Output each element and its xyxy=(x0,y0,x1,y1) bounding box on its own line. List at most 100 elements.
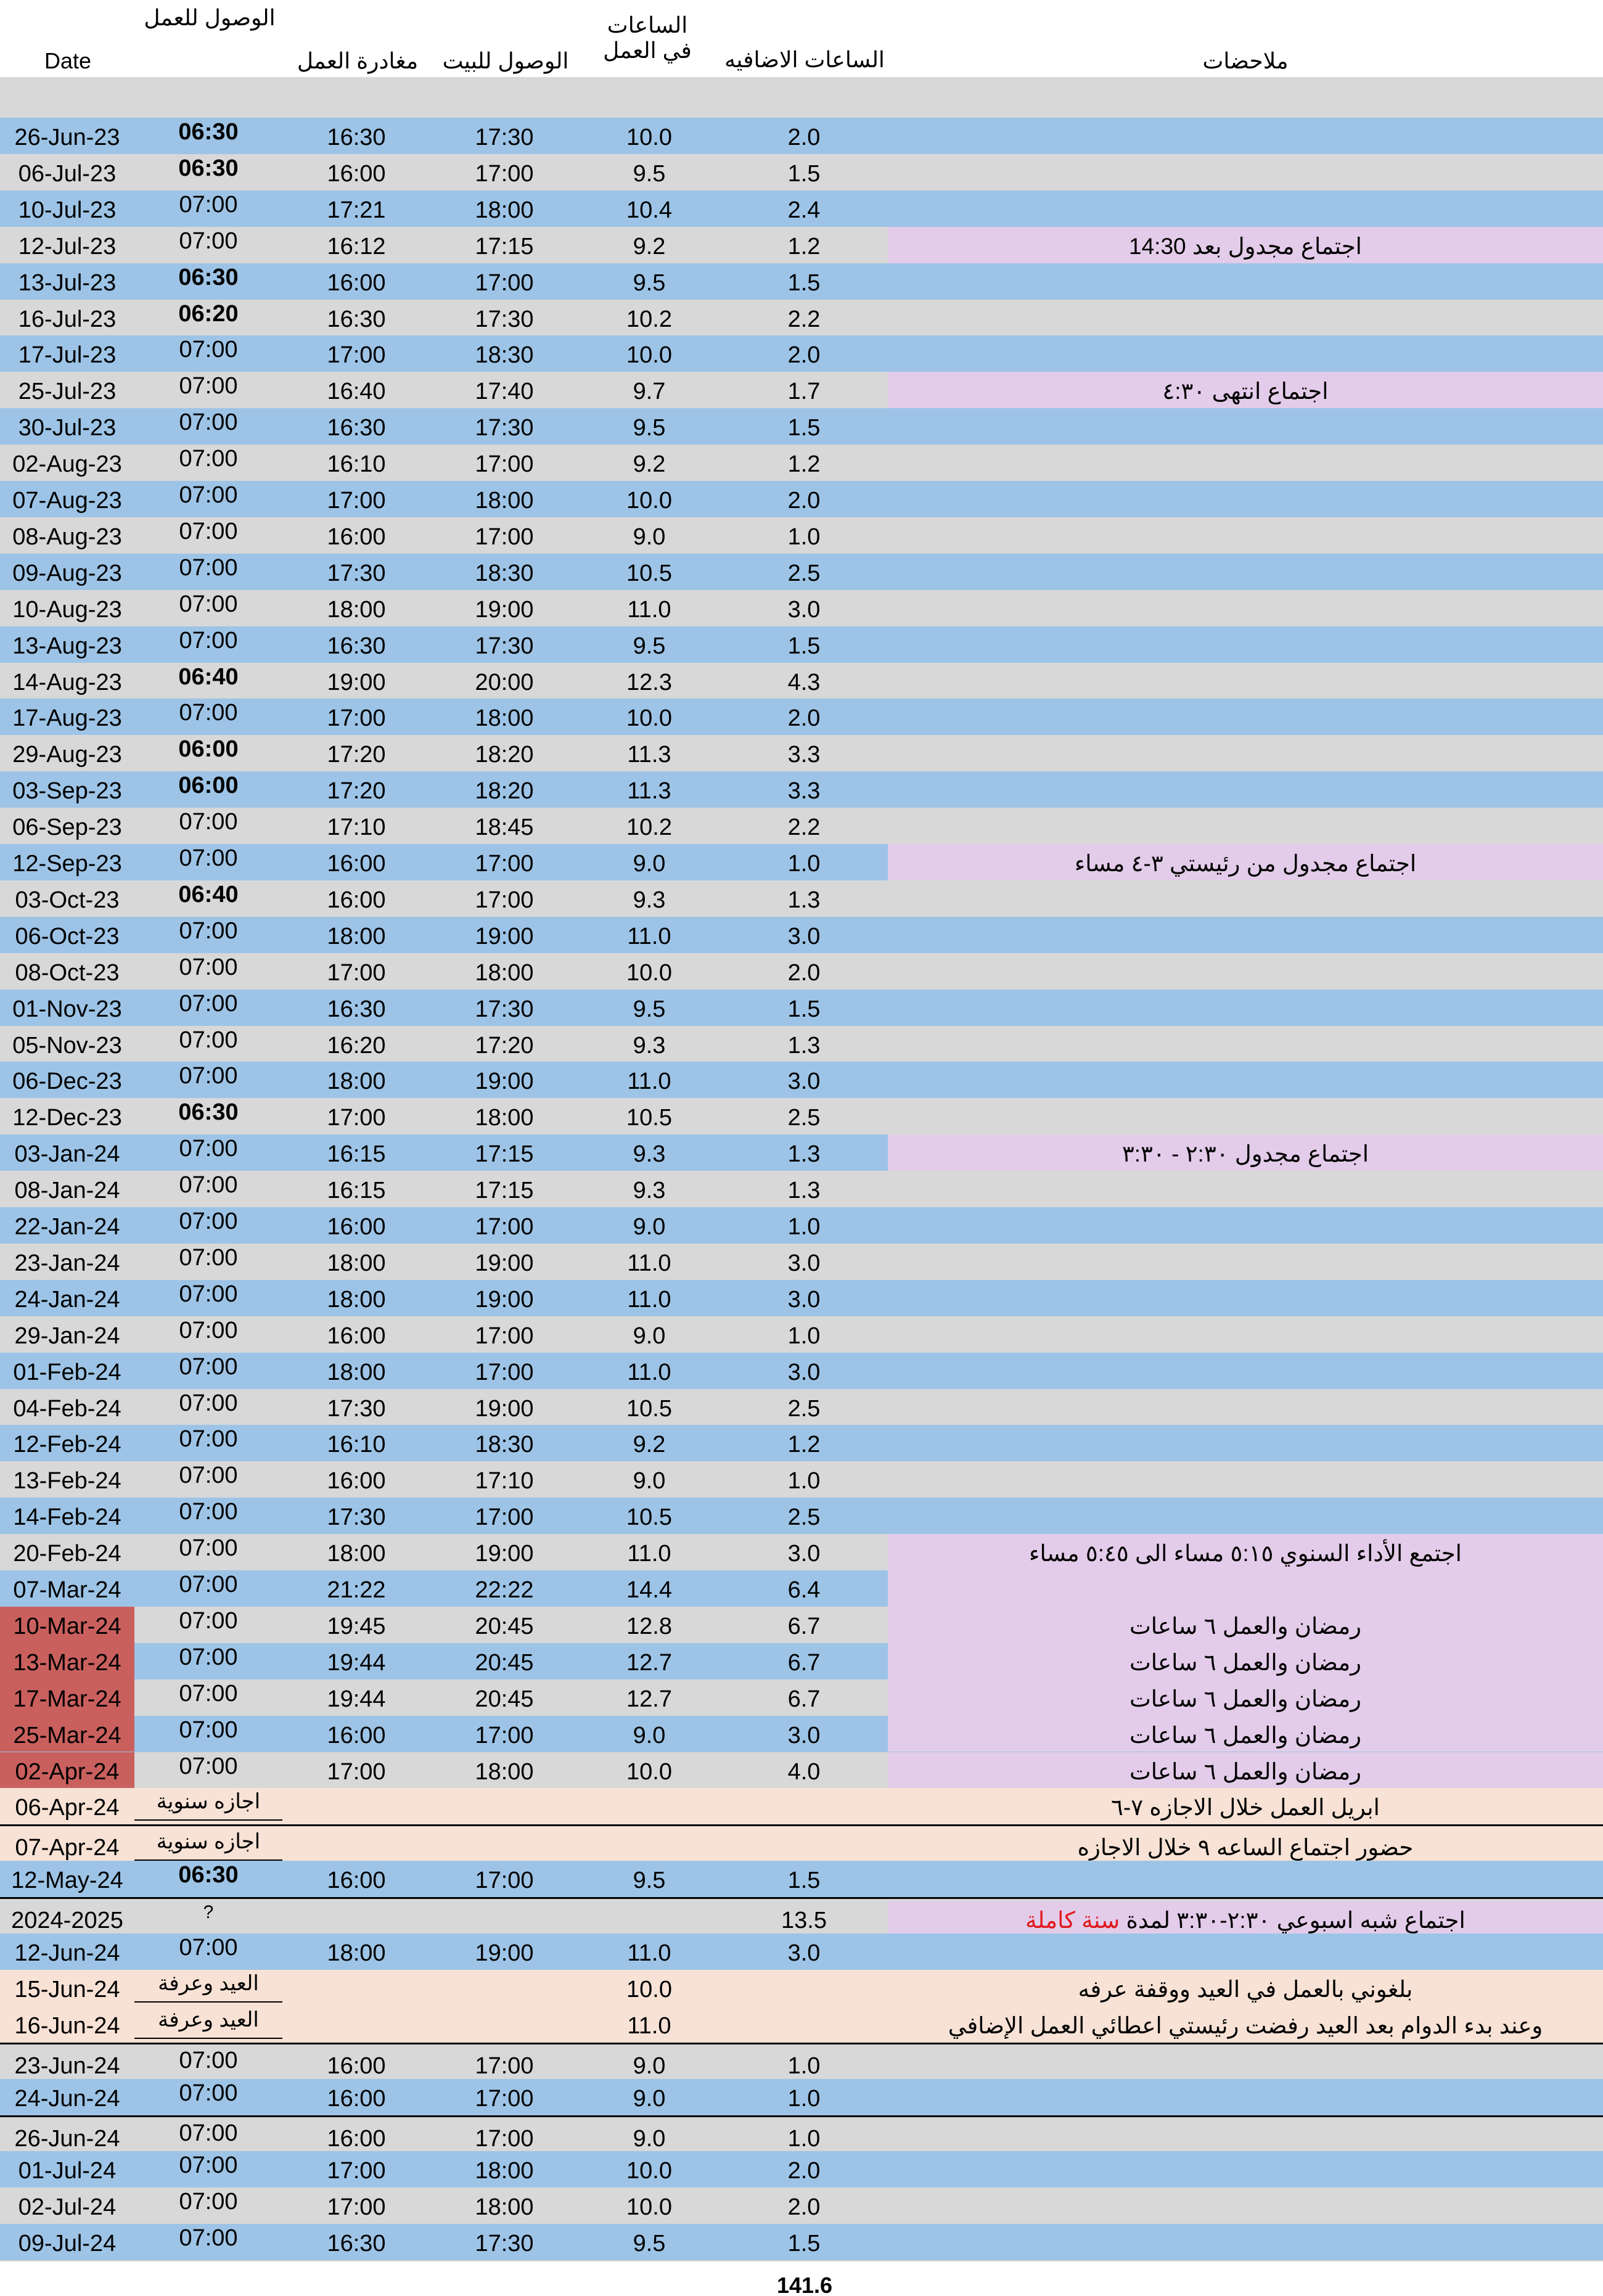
cell-date: 30-Jul-23 xyxy=(18,415,117,441)
cell-date: 13-Feb-24 xyxy=(13,1468,121,1494)
cell-hours-work: 9.5 xyxy=(633,2231,666,2257)
cell-note: اجتمع الأداء السنوي ٥:١٥ مساء الى ٥:٤٥ م… xyxy=(888,1534,1603,1570)
cell-note xyxy=(888,1244,1603,1280)
cell-note xyxy=(888,154,1603,191)
table-row: 13-Feb-24 07:00 16:00 17:10 9.0 1.0 xyxy=(0,1461,1603,1498)
cell-arrive-work: 07:00 xyxy=(179,518,238,544)
cell-leave-work: 19:44 xyxy=(327,1686,386,1712)
cell-arrive-home: 18:00 xyxy=(475,2194,534,2221)
cell-arrive-work: 07:00 xyxy=(179,409,238,436)
cell-arrive-work: 07:00 xyxy=(179,1462,238,1489)
cell-overtime: 1.5 xyxy=(787,160,821,187)
note-highlight: سنة كاملة xyxy=(1025,1908,1120,1933)
cell-arrive-work: 07:00 xyxy=(179,1027,238,1053)
cell-note: وعند بدء الدوام بعد العيد رفضت رئيستي اع… xyxy=(888,2006,1603,2043)
cell-note xyxy=(888,1498,1603,1534)
cell-arrive-home: 18:30 xyxy=(475,1432,534,1458)
cell-date: 12-Sep-23 xyxy=(12,851,122,877)
cell-arrive-work: 07:00 xyxy=(179,845,238,871)
cell-overtime: 3.0 xyxy=(787,1541,821,1567)
cell-overtime: 1.5 xyxy=(787,269,821,296)
cell-date: 12-Dec-23 xyxy=(12,1105,122,1131)
table-row: 03-Jan-24 07:00 16:15 17:15 9.3 1.3 اجتماع مجد… xyxy=(0,1134,1603,1171)
cell-leave-work: 16:00 xyxy=(327,851,386,877)
cell-leave-work: 16:40 xyxy=(327,379,386,405)
cell-leave-work: 17:00 xyxy=(327,705,386,732)
cell-note: اجتماع مجدول من رئيستي ٣-٤ مساء xyxy=(888,844,1603,880)
cell-arrive-work: 07:00 xyxy=(179,1281,238,1307)
table-row: 08-Aug-23 07:00 16:00 17:00 9.0 1.0 xyxy=(0,517,1603,554)
cell-arrive-work: 06:30 xyxy=(178,1099,239,1126)
table-row: 12-Jul-23 07:00 16:12 17:15 9.2 1.2 اجتماع مجد… xyxy=(0,226,1603,264)
cell-leave-work: 17:00 xyxy=(327,342,386,369)
cell-arrive-work: 07:00 xyxy=(179,1535,238,1562)
cell-arrive-home: 17:00 xyxy=(475,1214,534,1240)
cell-date: 2024-2025 xyxy=(11,1908,123,1934)
cell-arrive-home: 17:15 xyxy=(475,233,534,260)
cell-note xyxy=(888,1933,1603,1970)
cell-hours-work xyxy=(578,1901,720,1933)
table-row: 01-Feb-24 07:00 18:00 17:00 11.0 3.0 xyxy=(0,1352,1603,1389)
table-row: 24-Jun-24 07:00 16:00 17:00 9.0 1.0 xyxy=(0,2078,1603,2115)
overtime-total: 141.6 xyxy=(776,2273,833,2296)
cell-arrive-home: 17:00 xyxy=(475,851,534,877)
cell-date: 14-Aug-23 xyxy=(12,669,122,695)
cell-overtime: 4.3 xyxy=(787,669,821,695)
cell-arrive-work: 07:00 xyxy=(179,1716,238,1743)
cell-leave-work: 16:30 xyxy=(327,125,386,150)
cell-note xyxy=(888,880,1603,917)
cell-note xyxy=(888,517,1603,554)
cell-overtime: 6.4 xyxy=(787,1577,821,1603)
cell-arrive-work: 07:00 xyxy=(179,1390,238,1416)
table-row: 25-Mar-24 07:00 16:00 17:00 9.0 3.0 رمضان والع… xyxy=(0,1715,1603,1752)
cell-date: 09-Jul-24 xyxy=(18,2231,117,2257)
cell-arrive-home: 17:30 xyxy=(475,415,534,441)
header-spacer xyxy=(0,77,1603,118)
cell-arrive-home: 17:00 xyxy=(475,2052,534,2079)
table-row: 12-May-24 06:30 16:00 17:00 9.5 1.5 xyxy=(0,1861,1603,1898)
cell-leave-work: 16:00 xyxy=(327,1722,386,1749)
cell-note xyxy=(888,1280,1603,1316)
cell-leave-work: 18:00 xyxy=(327,1068,386,1095)
cell-arrive-home: 19:00 xyxy=(475,1541,534,1567)
cell-note: ابريل العمل خلال الاجازه ٧-٦ xyxy=(888,1788,1603,1825)
cell-arrive-work: 07:00 xyxy=(179,191,238,218)
cell-arrive-home: 17:00 xyxy=(475,1722,534,1749)
cell-overtime: 1.3 xyxy=(787,887,821,913)
cell-arrive-home: 17:00 xyxy=(475,523,534,550)
cell-leave-work: 16:00 xyxy=(327,1868,386,1894)
cell-overtime: 2.4 xyxy=(787,197,821,223)
table-row: 06-Sep-23 07:00 17:10 18:45 10.2 2.2 xyxy=(0,808,1603,845)
cell-overtime: 1.3 xyxy=(787,1141,821,1168)
cell-leave-work: 19:00 xyxy=(327,669,386,695)
cell-overtime: 1.0 xyxy=(787,1322,821,1349)
cell-arrive-work: 07:00 xyxy=(179,228,238,254)
cell-arrive-home: 20:45 xyxy=(475,1686,534,1712)
cell-arrive-work: 07:00 xyxy=(179,1426,238,1453)
cell-arrive-home: 17:00 xyxy=(475,2085,534,2112)
cell-leave-work: 18:00 xyxy=(327,923,386,949)
cell-overtime: 3.3 xyxy=(787,778,821,805)
cell-leave-work: 16:20 xyxy=(327,1032,386,1059)
cell-overtime: 3.3 xyxy=(787,742,821,768)
header-notes: ملاحضات xyxy=(1202,48,1289,73)
cell-note xyxy=(888,445,1603,481)
cell-date: 23-Jan-24 xyxy=(14,1250,120,1276)
cell-hours-work: 12.7 xyxy=(626,1649,672,1676)
cell-note xyxy=(888,1098,1603,1134)
cell-overtime: 2.5 xyxy=(787,560,821,586)
cell-date: 03-Sep-23 xyxy=(12,778,122,805)
cell-overtime: 1.0 xyxy=(787,2125,821,2152)
cell-note xyxy=(888,917,1603,953)
cell-arrive-home: 17:00 xyxy=(475,1868,534,1894)
table-row: 14-Aug-23 06:40 19:00 20:00 12.3 4.3 xyxy=(0,662,1603,699)
cell-arrive-home: 20:45 xyxy=(475,1649,534,1676)
table-row: 03-Oct-23 06:40 16:00 17:00 9.3 1.3 xyxy=(0,880,1603,917)
cell-note xyxy=(888,1461,1603,1498)
cell-note: اجتماع مجدول ٢:٣٠ - ٣:٣٠ xyxy=(888,1134,1603,1171)
cell-hours-work: 9.5 xyxy=(633,1868,666,1894)
cell-arrive-work: 07:00 xyxy=(179,1317,238,1343)
cell-hours-work: 11.0 xyxy=(627,2012,671,2039)
table-row: 06-Jul-23 06:30 16:00 17:00 9.5 1.5 xyxy=(0,154,1603,191)
cell-arrive-work: 07:00 xyxy=(179,446,238,472)
